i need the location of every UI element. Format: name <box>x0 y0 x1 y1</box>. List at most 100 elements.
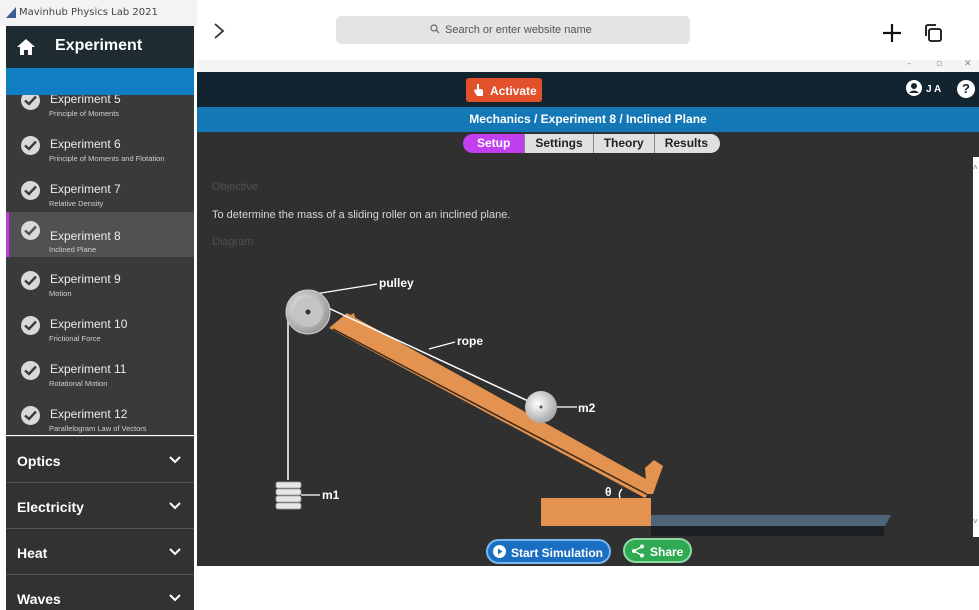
sidebar-section-label: Heat <box>17 545 48 561</box>
breadcrumb: Mechanics / Experiment 8 / Inclined Plan… <box>197 107 979 132</box>
user-avatar-icon <box>906 80 922 96</box>
table-edge <box>651 526 884 536</box>
app-top-bar: Activate J A ? <box>197 72 979 107</box>
pulley-label: pulley <box>379 276 414 290</box>
rope-incline <box>308 298 542 408</box>
close-icon[interactable]: ✕ <box>964 59 972 69</box>
pulley-label-leader <box>314 283 378 295</box>
roller-axle <box>539 405 543 409</box>
sidebar-item-experiment-6[interactable]: Experiment 6 Principle of Moments and Fl… <box>6 127 194 172</box>
scroll-down-icon[interactable]: ˅ <box>973 517 978 526</box>
start-simulation-label: Start Simulation <box>511 546 604 560</box>
diagram-canvas <box>275 283 891 536</box>
search-icon <box>430 24 440 34</box>
help-button[interactable]: ? <box>957 80 975 98</box>
plank-groove <box>332 328 649 496</box>
sidebar-item-sublabel: Inclined Plane <box>49 245 97 254</box>
check-icon <box>21 136 40 155</box>
sidebar-item-experiment-7[interactable]: Experiment 7 Relative Density <box>6 172 194 217</box>
sidebar-item-sublabel: Motion <box>49 289 72 298</box>
sidebar-item-experiment-11[interactable]: Experiment 11 Rotational Motion <box>6 352 194 397</box>
check-icon <box>21 221 40 240</box>
chevron-down-icon <box>169 456 181 464</box>
sidebar-item-sublabel: Principle of Moments <box>49 109 120 118</box>
experiment-list: Experiment 5 Principle of Moments Experi… <box>6 95 194 435</box>
sidebar-section-label: Electricity <box>17 499 84 515</box>
scrollbar[interactable]: ˄ ˅ <box>973 157 979 537</box>
chevron-down-icon <box>169 502 181 510</box>
sidebar-item-label: Experiment 12 <box>50 407 128 421</box>
check-icon <box>21 361 40 380</box>
sidebar-item-label: Experiment 9 <box>50 272 121 286</box>
sidebar-item-label: Experiment 7 <box>50 182 121 196</box>
sidebar-item-experiment-12[interactable]: Experiment 12 Parallelogram Law of Vecto… <box>6 397 194 435</box>
m1-label: m1 <box>322 488 340 502</box>
sidebar-header: Experiment <box>6 26 194 68</box>
theta-label: θ <box>605 485 612 499</box>
chevron-down-icon <box>169 548 181 556</box>
address-bar-placeholder: Search or enter website name <box>445 24 592 36</box>
sidebar: Mavinhub Physics Lab 2021 Experiment Exp… <box>0 0 197 610</box>
sidebar-item-experiment-8[interactable]: Experiment 8 Inclined Plane <box>6 212 194 257</box>
sidebar-section-electricity[interactable]: Electricity <box>6 482 194 528</box>
sidebar-section-label: Optics <box>17 453 61 469</box>
sidebar-item-sublabel: Rotational Motion <box>49 379 108 388</box>
rope-label: rope <box>457 334 484 348</box>
inclined-plane-diagram: pulley rope m2 m1 θ <box>197 132 973 542</box>
app-logo-icon <box>6 7 16 18</box>
sidebar-item-sublabel: Frictional Force <box>49 334 101 343</box>
address-bar[interactable]: Search or enter website name <box>336 16 690 44</box>
sidebar-item-sublabel: Principle of Moments and Flotation <box>49 154 165 163</box>
browser-toolbar: Search or enter website name <box>197 0 979 60</box>
sidebar-section-waves[interactable]: Waves <box>6 574 194 610</box>
hand-pointer-icon <box>474 84 483 96</box>
activate-label: Activate <box>490 84 537 98</box>
sidebar-section-heat[interactable]: Heat <box>6 528 194 574</box>
sidebar-section-label: Waves <box>17 591 61 607</box>
chevron-down-icon <box>169 594 181 602</box>
sidebar-item-label: Experiment 6 <box>50 137 121 151</box>
mass-m1 <box>275 481 302 510</box>
sidebar-item-sublabel: Parallelogram Law of Vectors <box>49 424 147 433</box>
minimize-icon[interactable]: – <box>907 59 912 69</box>
check-icon <box>21 271 40 290</box>
home-icon[interactable] <box>16 37 36 57</box>
sidebar-item-experiment-9[interactable]: Experiment 9 Motion <box>6 262 194 307</box>
table-surface <box>651 515 891 526</box>
sidebar-highlight-bar <box>6 68 194 95</box>
user-initials: J A <box>926 84 942 95</box>
activate-button[interactable]: Activate <box>466 78 542 102</box>
sidebar-section-optics[interactable]: Optics <box>6 436 194 482</box>
base-block <box>541 498 651 526</box>
angle-arc <box>618 488 623 499</box>
sidebar-item-label: Experiment 5 <box>50 95 121 106</box>
check-icon <box>21 316 40 335</box>
sidebar-item-experiment-10[interactable]: Experiment 10 Frictional Force <box>6 307 194 352</box>
new-tab-icon[interactable] <box>881 22 903 44</box>
share-button[interactable]: Share <box>623 538 692 563</box>
tabs-overview-icon[interactable] <box>924 23 944 43</box>
plank-end-stop <box>645 460 663 494</box>
pulley-axle <box>305 309 311 315</box>
share-label: Share <box>650 545 684 559</box>
play-icon <box>493 545 506 558</box>
maximize-icon[interactable]: ▫ <box>936 59 942 69</box>
check-icon <box>21 406 40 425</box>
chevron-right-icon[interactable] <box>212 22 226 40</box>
start-simulation-button[interactable]: Start Simulation <box>486 539 611 564</box>
rope-label-leader <box>428 341 456 350</box>
sidebar-item-label: Experiment 11 <box>50 362 127 376</box>
check-icon <box>21 95 40 110</box>
window-caption: Mavinhub Physics Lab 2021 <box>0 0 197 26</box>
sidebar-title: Experiment <box>55 37 143 54</box>
inclined-plank <box>329 313 655 498</box>
window-controls: – ▫ ✕ <box>197 59 979 72</box>
sidebar-item-experiment-5[interactable]: Experiment 5 Principle of Moments <box>6 95 194 127</box>
sidebar-item-sublabel: Relative Density <box>49 199 104 208</box>
sidebar-item-label: Experiment 10 <box>50 317 128 331</box>
m2-label: m2 <box>578 401 596 415</box>
sidebar-item-label: Experiment 8 <box>50 229 121 243</box>
check-icon <box>21 181 40 200</box>
scroll-up-icon[interactable]: ˄ <box>973 163 978 172</box>
share-icon <box>632 544 644 558</box>
